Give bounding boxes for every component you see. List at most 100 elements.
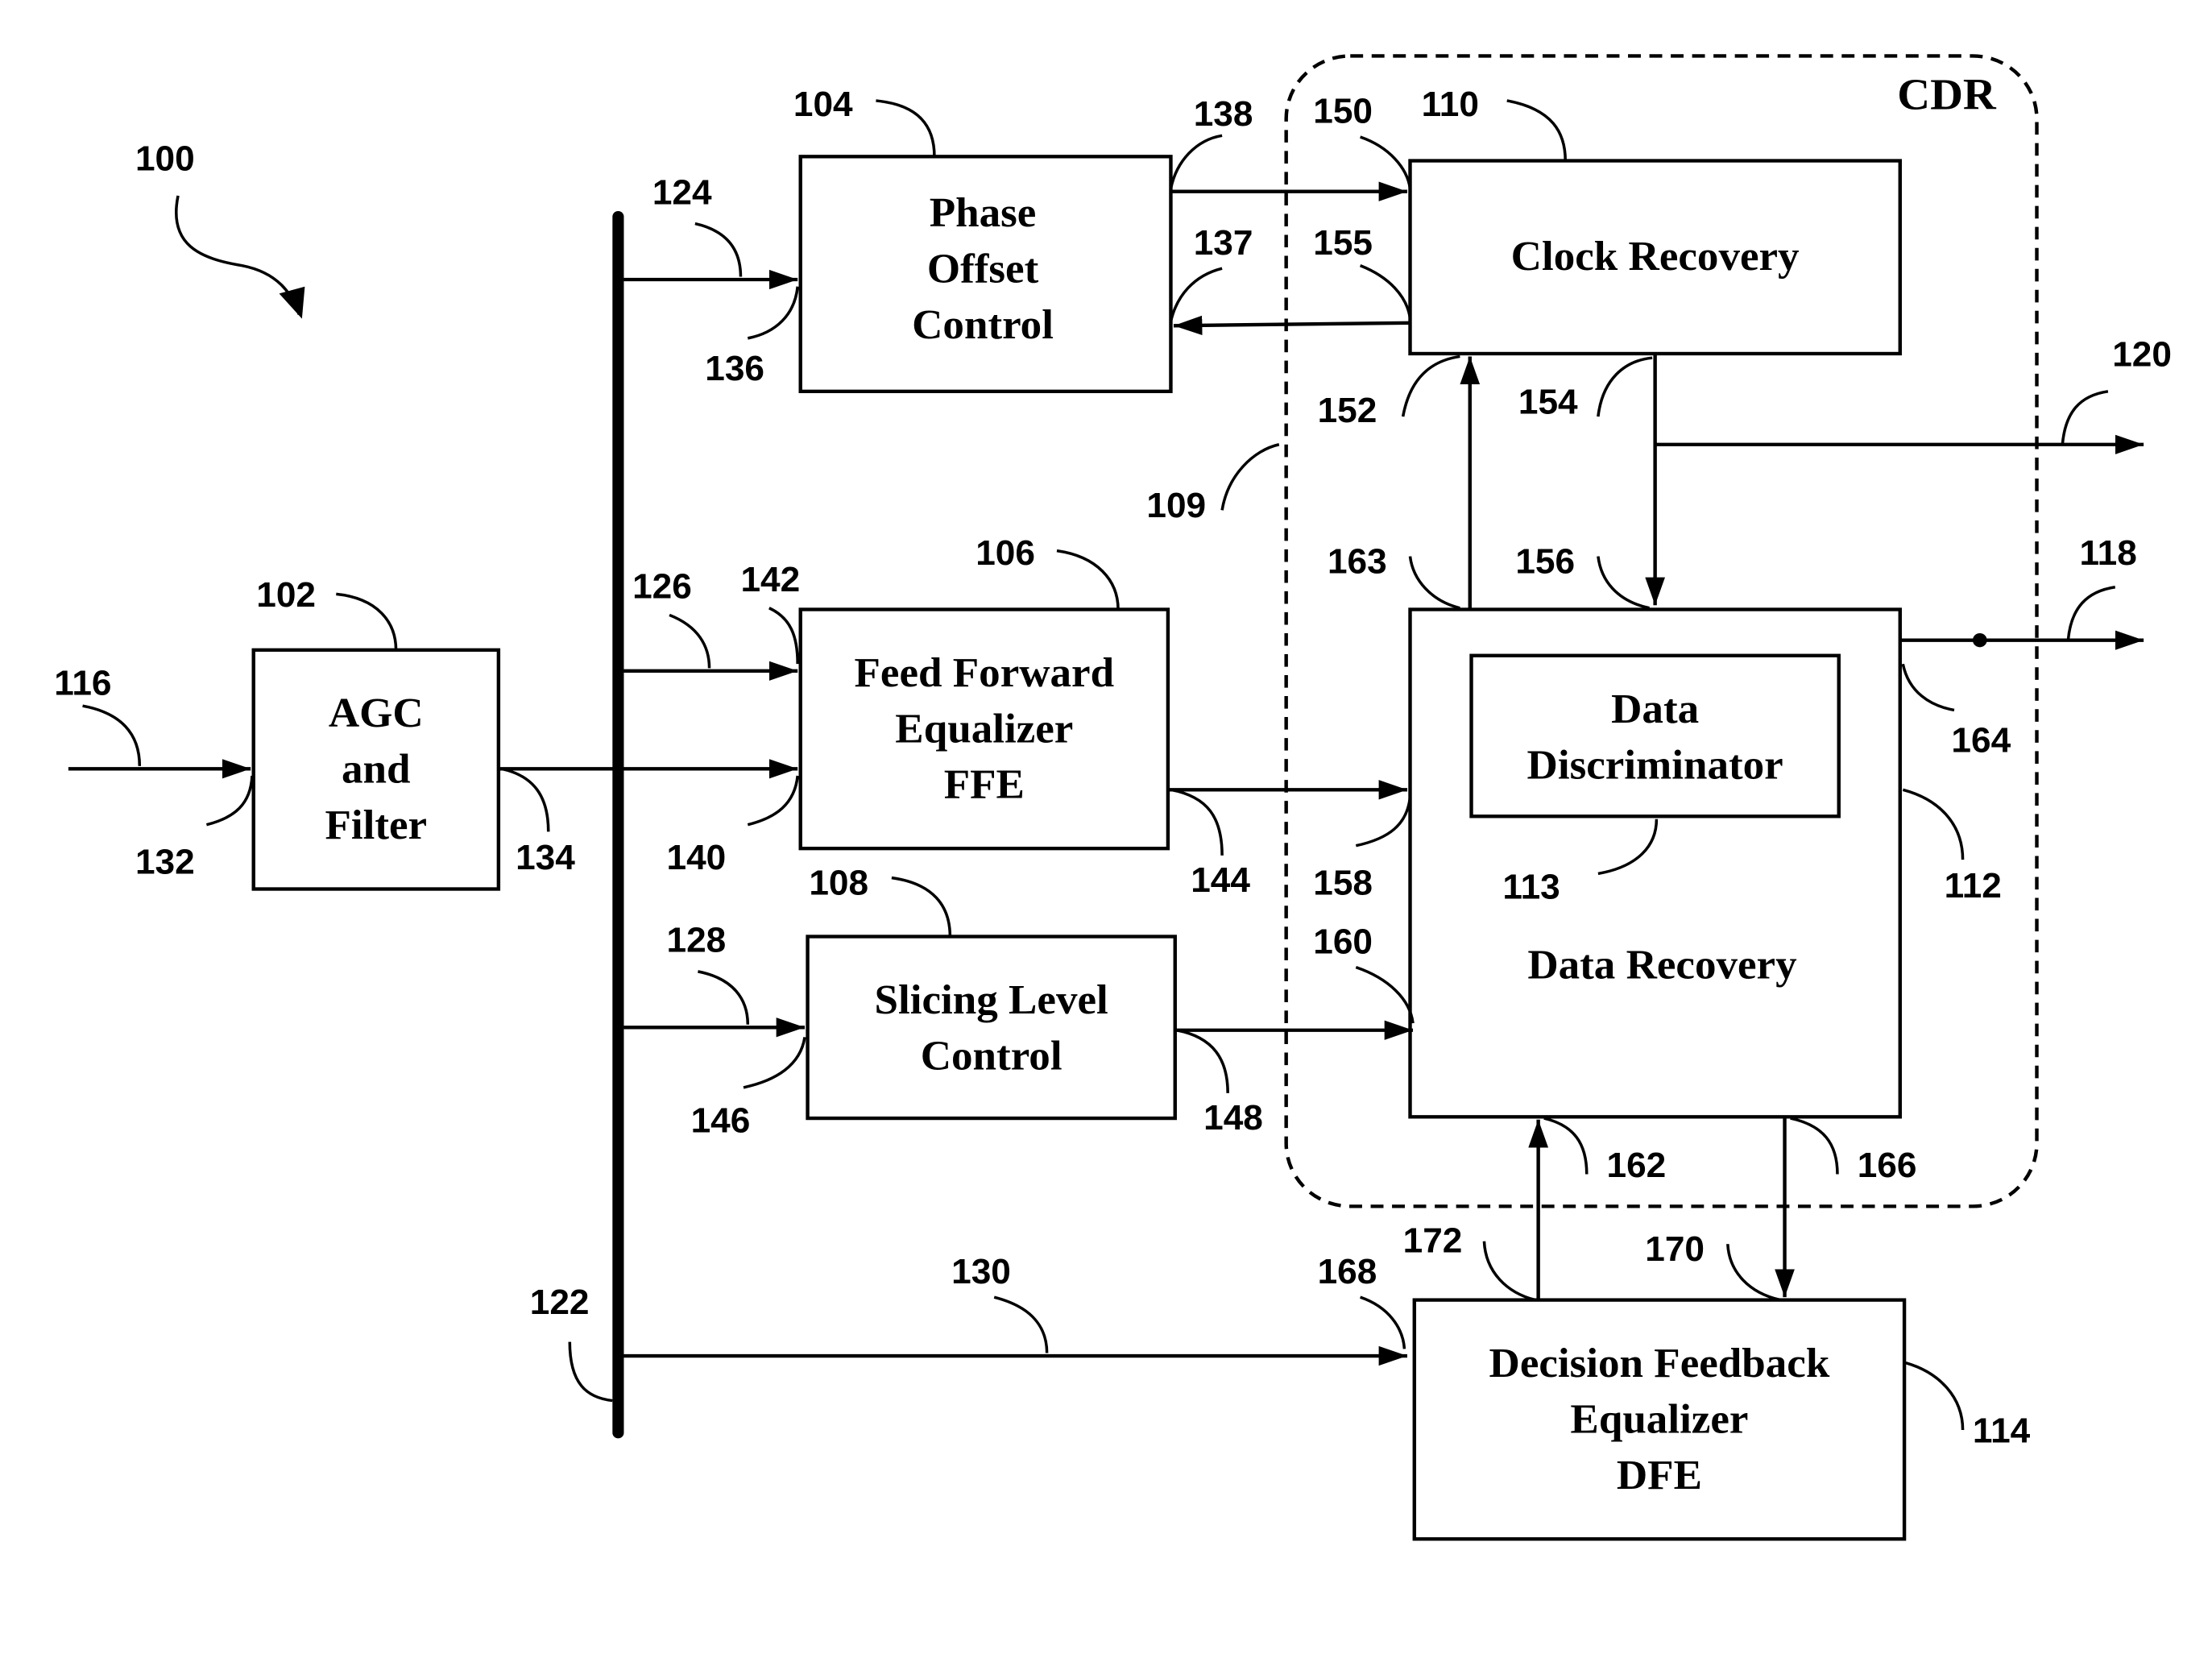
lead-114 xyxy=(1905,1362,1965,1430)
lead-128 xyxy=(698,970,750,1025)
ref-150: 150 xyxy=(1313,92,1373,131)
ffe-line-3: FFE xyxy=(944,761,1025,807)
ref-172: 172 xyxy=(1403,1221,1463,1261)
slicing-line-1: Slicing Level xyxy=(875,976,1108,1022)
lead-124 xyxy=(694,222,743,277)
output-junction-dot xyxy=(1972,632,1987,648)
lead-172 xyxy=(1482,1241,1536,1302)
dfe-line-1: Decision Feedback xyxy=(1489,1340,1831,1386)
lead-134 xyxy=(501,767,550,832)
lead-163 xyxy=(1408,556,1460,610)
lead-132 xyxy=(205,775,254,827)
lead-108 xyxy=(891,876,952,937)
lead-136 xyxy=(747,286,799,340)
ref-158: 158 xyxy=(1313,864,1373,903)
lead-154 xyxy=(1597,356,1653,417)
ref-118: 118 xyxy=(2080,533,2137,573)
ref-138: 138 xyxy=(1194,95,1253,135)
lead-142 xyxy=(768,607,799,665)
lead-146 xyxy=(743,1037,806,1089)
lead-150 xyxy=(1360,135,1412,189)
ref-104: 104 xyxy=(793,85,853,124)
lead-137 xyxy=(1169,267,1223,322)
lead-104 xyxy=(876,99,936,157)
ref-168: 168 xyxy=(1318,1252,1377,1291)
discriminator-line-2: Discriminator xyxy=(1527,742,1783,788)
ref-106: 106 xyxy=(976,533,1035,573)
lead-130 xyxy=(993,1295,1049,1353)
ref-112: 112 xyxy=(1945,866,2002,906)
ref-152: 152 xyxy=(1318,391,1377,430)
agc-line-2: and xyxy=(342,746,411,792)
ref-148: 148 xyxy=(1203,1098,1263,1138)
data-recovery-line-1: Data Recovery xyxy=(1527,942,1796,988)
ref-140: 140 xyxy=(667,839,727,878)
lead-155 xyxy=(1359,264,1412,319)
ref-126: 126 xyxy=(632,567,692,607)
phase-line-2: Offset xyxy=(927,246,1039,292)
lead-138 xyxy=(1169,134,1223,189)
ref-120: 120 xyxy=(2112,335,2172,375)
figure-ref-arrowhead xyxy=(279,286,305,319)
phase-line-1: Phase xyxy=(930,190,1037,236)
ref-144: 144 xyxy=(1191,860,1250,900)
data-discriminator-block[interactable] xyxy=(1469,653,1841,819)
agc-line-3: Filter xyxy=(325,802,427,848)
figure-ref-arrow xyxy=(175,195,300,315)
lead-106 xyxy=(1056,549,1120,610)
ref-132: 132 xyxy=(135,843,195,882)
lead-164 xyxy=(1901,663,1955,712)
ref-156: 156 xyxy=(1515,542,1575,582)
ref-124: 124 xyxy=(652,173,712,213)
ref-155: 155 xyxy=(1313,223,1373,263)
phase-line-3: Control xyxy=(912,301,1054,347)
ffe-line-2: Equalizer xyxy=(895,706,1073,752)
clock-line-1: Clock Recovery xyxy=(1511,233,1800,279)
lead-152 xyxy=(1401,354,1460,417)
block-diagram: 100 CDR 109 122 AGC and Filter 102 116 1… xyxy=(54,54,2172,1541)
ref-102: 102 xyxy=(256,575,316,615)
lead-102 xyxy=(336,592,398,650)
ref-142: 142 xyxy=(740,560,800,599)
slicing-line-2: Control xyxy=(921,1033,1063,1079)
ref-160: 160 xyxy=(1313,922,1373,962)
lead-120 xyxy=(2061,390,2109,445)
lead-148 xyxy=(1176,1029,1229,1093)
ref-146: 146 xyxy=(691,1101,751,1141)
slicing-level-control-block[interactable] xyxy=(806,935,1177,1121)
lead-156 xyxy=(1597,556,1650,610)
cdr-label: CDR xyxy=(1897,70,1996,119)
lead-166 xyxy=(1790,1117,1839,1175)
ref-114: 114 xyxy=(1973,1411,2031,1451)
ffe-line-1: Feed Forward xyxy=(855,649,1115,695)
ref-166: 166 xyxy=(1858,1146,1917,1185)
dfe-line-2: Equalizer xyxy=(1570,1396,1748,1442)
lead-116 xyxy=(82,704,142,766)
lead-110 xyxy=(1506,99,1568,161)
ref-108: 108 xyxy=(809,864,868,903)
lead-122 xyxy=(568,1341,613,1403)
ref-113: 113 xyxy=(1502,868,1560,907)
lead-126 xyxy=(669,613,711,669)
ref-154: 154 xyxy=(1518,383,1578,422)
ref-162: 162 xyxy=(1607,1146,1667,1185)
discriminator-line-1: Data xyxy=(1611,686,1699,732)
lead-118 xyxy=(2066,586,2116,640)
ref-137: 137 xyxy=(1194,223,1253,263)
lead-158 xyxy=(1355,796,1412,848)
ref-128: 128 xyxy=(667,921,727,960)
ref-164: 164 xyxy=(1951,721,2011,761)
ref-136: 136 xyxy=(705,349,764,388)
agc-line-1: AGC xyxy=(329,690,424,736)
lead-168 xyxy=(1360,1295,1406,1349)
lead-170 xyxy=(1726,1244,1781,1302)
lead-144 xyxy=(1170,788,1224,856)
dfe-line-3: DFE xyxy=(1617,1452,1702,1498)
clock-to-phase-line xyxy=(1173,315,1410,335)
figure-ref: 100 xyxy=(135,139,195,179)
ref-116: 116 xyxy=(54,664,111,703)
ref-163: 163 xyxy=(1328,542,1387,582)
ref-110: 110 xyxy=(1422,85,1479,124)
ref-170: 170 xyxy=(1645,1229,1705,1269)
lead-160 xyxy=(1355,966,1415,1024)
